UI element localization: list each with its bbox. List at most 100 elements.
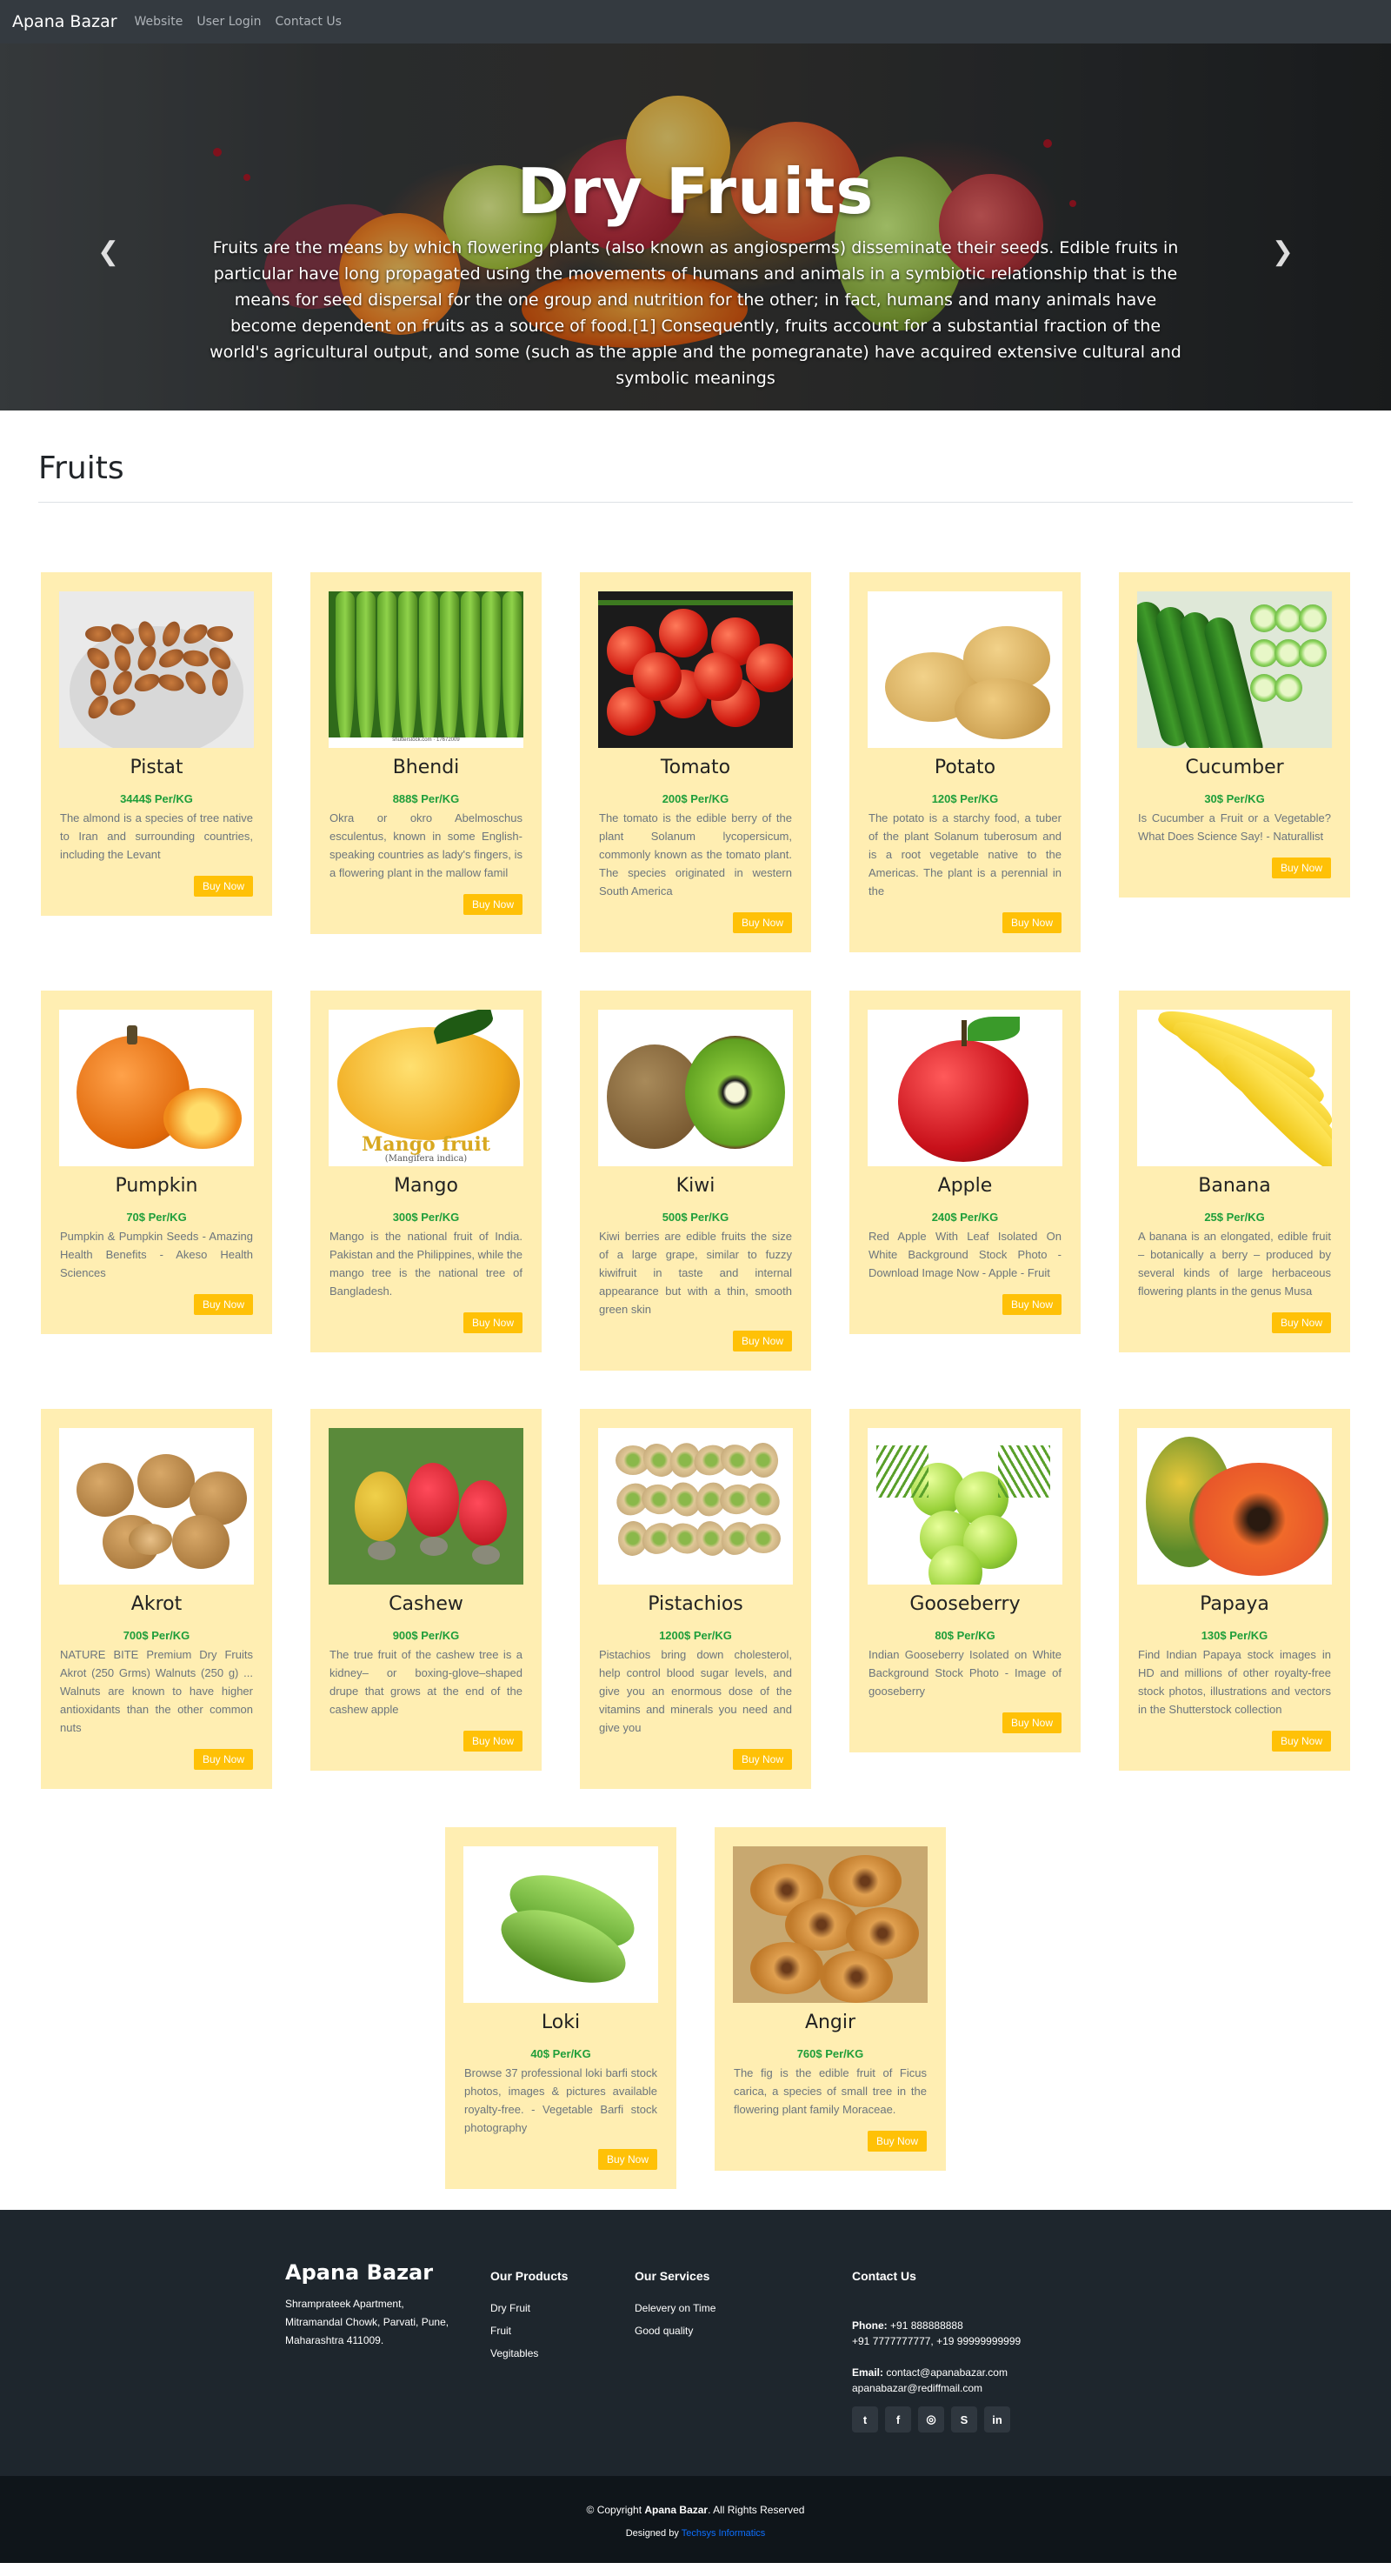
- footer-products-col: Our Products Dry Fruit Fruit Vegitables: [490, 2260, 635, 2433]
- product-price: 80$ Per/KG: [935, 1629, 995, 1642]
- product-price: 300$ Per/KG: [392, 1211, 460, 1224]
- product-description: Red Apple With Leaf Isolated On White Ba…: [869, 1230, 1062, 1279]
- copyright-brand: Apana Bazar: [644, 2504, 709, 2516]
- product-name: Mango: [394, 1175, 458, 1197]
- nav-link-user-login[interactable]: User Login: [196, 15, 261, 29]
- product-name: Kiwi: [676, 1175, 715, 1197]
- buy-now-button[interactable]: Buy Now: [193, 876, 253, 897]
- product-price: 70$ Per/KG: [126, 1211, 187, 1224]
- product-name: Pistachios: [648, 1593, 743, 1615]
- product-image-pumpkin: [59, 1010, 254, 1166]
- buy-now-button[interactable]: Buy Now: [1271, 1312, 1331, 1333]
- footer-link-vegitables[interactable]: Vegitables: [490, 2347, 635, 2359]
- product-description: Indian Gooseberry Isolated on White Back…: [869, 1648, 1062, 1698]
- product-description: Mango is the national fruit of India. Pa…: [329, 1230, 522, 1298]
- product-image-loki: [463, 1846, 658, 2003]
- product-card-bhendi: shutterstock.com · 17672009 Bhendi 888$ Pe…: [310, 572, 542, 934]
- product-price: 25$ Per/KG: [1204, 1211, 1265, 1224]
- buy-now-button[interactable]: Buy Now: [1271, 1731, 1331, 1752]
- product-name: Pistat: [130, 757, 183, 778]
- footer-link-quality[interactable]: Good quality: [635, 2325, 852, 2337]
- product-price: 700$ Per/KG: [123, 1629, 190, 1642]
- product-description: The potato is a starchy food, a tuber of…: [869, 811, 1062, 898]
- email-label: Email:: [852, 2366, 884, 2379]
- buy-now-button[interactable]: Buy Now: [732, 1331, 792, 1351]
- buy-now-button[interactable]: Buy Now: [1271, 858, 1331, 878]
- product-price: 240$ Per/KG: [931, 1211, 999, 1224]
- email-2[interactable]: apanabazar@rediffmail.com: [852, 2380, 1078, 2396]
- buy-now-button[interactable]: Buy Now: [1002, 912, 1062, 933]
- navbar: Apana Bazar Website User Login Contact U…: [0, 0, 1391, 43]
- buy-now-button[interactable]: Buy Now: [732, 1749, 792, 1770]
- buy-now-button[interactable]: Buy Now: [867, 2131, 927, 2152]
- product-description: Kiwi berries are edible fruits the size …: [599, 1230, 792, 1316]
- footer-products-heading: Our Products: [490, 2269, 569, 2283]
- product-description: NATURE BITE Premium Dry Fruits Akrot (25…: [60, 1648, 253, 1734]
- product-image-papaya: [1137, 1428, 1332, 1585]
- nav-link-contact-us[interactable]: Contact Us: [275, 15, 341, 29]
- facebook-icon[interactable]: f: [885, 2406, 911, 2433]
- product-name: Tomato: [660, 757, 731, 778]
- product-price: 888$ Per/KG: [392, 792, 460, 805]
- footer-brand: Apana Bazar: [285, 2260, 434, 2285]
- skype-icon[interactable]: S: [951, 2406, 977, 2433]
- footer: Apana Bazar Shramprateek Apartment, Mitr…: [0, 2210, 1391, 2476]
- copyright-bar: © Copyright Apana Bazar. All Rights Rese…: [0, 2476, 1391, 2563]
- product-price: 500$ Per/KG: [662, 1211, 729, 1224]
- instagram-icon[interactable]: ◎: [918, 2406, 944, 2433]
- copyright-prefix: © Copyright: [586, 2504, 645, 2516]
- product-price: 120$ Per/KG: [931, 792, 999, 805]
- product-card-papaya: Papaya 130$ Per/KG Find Indian Papaya stoc…: [1119, 1409, 1350, 1771]
- buy-now-button[interactable]: Buy Now: [463, 1731, 522, 1752]
- product-image-mango: Mango fruit (Mangifera indica): [329, 1010, 523, 1166]
- product-description: Pistachios bring down cholesterol, help …: [599, 1648, 792, 1734]
- product-card-angir: Angir 760$ Per/KG The fig is the edible fr…: [715, 1827, 946, 2171]
- social-links: t f ◎ Sin: [852, 2406, 1078, 2433]
- section-title: Fruits: [38, 450, 1353, 503]
- phone-number-1: +91 888888888: [887, 2319, 963, 2332]
- footer-link-delivery[interactable]: Delevery on Time: [635, 2302, 852, 2314]
- nav-link-website[interactable]: Website: [135, 15, 183, 29]
- copyright-suffix: . All Rights Reserved: [708, 2504, 805, 2516]
- hero-title: Dry Fruits: [516, 155, 875, 228]
- product-image-bhendi: shutterstock.com · 17672009: [329, 591, 523, 748]
- product-card-banana: Banana 25$ Per/KG A banana is an elongated…: [1119, 991, 1350, 1352]
- footer-services-heading: Our Services: [635, 2269, 710, 2283]
- buy-now-button[interactable]: Buy Now: [732, 912, 792, 933]
- product-name: Apple: [937, 1175, 993, 1197]
- product-card-kiwi: Kiwi 500$ Per/KG Kiwi berries are edible f…: [580, 991, 811, 1371]
- product-card-apple: Apple 240$ Per/KG Red Apple With Leaf Isol…: [849, 991, 1081, 1334]
- footer-link-fruit[interactable]: Fruit: [490, 2325, 635, 2337]
- product-description: Find Indian Papaya stock images in HD an…: [1138, 1648, 1331, 1716]
- designer-link[interactable]: Techsys Informatics: [682, 2528, 766, 2539]
- email-1[interactable]: contact@apanabazar.com: [883, 2366, 1008, 2379]
- product-card-mango: Mango fruit (Mangifera indica) Mango 300$ P…: [310, 991, 542, 1352]
- product-description: Okra or okro Abelmoschus esculentus, kno…: [329, 811, 522, 879]
- product-name: Angir: [804, 2012, 856, 2033]
- product-card-potato: Potato 120$ Per/KG The potato is a starchy…: [849, 572, 1081, 952]
- linkedin-icon[interactable]: in: [984, 2406, 1010, 2433]
- buy-now-button[interactable]: Buy Now: [1002, 1712, 1062, 1733]
- product-price: 40$ Per/KG: [530, 2047, 591, 2060]
- navbar-brand[interactable]: Apana Bazar: [12, 12, 117, 31]
- product-card-akrot: Akrot 700$ Per/KG NATURE BITE Premium Dry …: [41, 1409, 272, 1789]
- product-description: The almond is a species of tree native t…: [60, 811, 253, 861]
- hero-carousel: ❮ ❯ Dry Fruits Fruits are the means by w…: [0, 43, 1391, 410]
- twitter-icon[interactable]: t: [852, 2406, 878, 2433]
- buy-now-button[interactable]: Buy Now: [463, 894, 522, 915]
- product-card-pistat: Pistat 3444$ Per/KG The almond is a specie…: [41, 572, 272, 916]
- buy-now-button[interactable]: Buy Now: [193, 1749, 253, 1770]
- buy-now-button[interactable]: Buy Now: [463, 1312, 522, 1333]
- footer-contact-heading: Contact Us: [852, 2269, 916, 2283]
- product-description: Pumpkin & Pumpkin Seeds - Amazing Health…: [60, 1230, 253, 1279]
- product-price: 3444$ Per/KG: [120, 792, 193, 805]
- footer-brand-col: Apana Bazar Shramprateek Apartment, Mitr…: [285, 2260, 490, 2433]
- footer-link-dry-fruit[interactable]: Dry Fruit: [490, 2302, 635, 2314]
- buy-now-button[interactable]: Buy Now: [1002, 1294, 1062, 1315]
- buy-now-button[interactable]: Buy Now: [193, 1294, 253, 1315]
- product-image-akrot: [59, 1428, 254, 1585]
- phone-number-2: +91 7777777777, +19 99999999999: [852, 2335, 1022, 2347]
- buy-now-button[interactable]: Buy Now: [597, 2149, 657, 2170]
- product-image-cucumber: [1137, 591, 1332, 748]
- product-image-pistat: [59, 591, 254, 748]
